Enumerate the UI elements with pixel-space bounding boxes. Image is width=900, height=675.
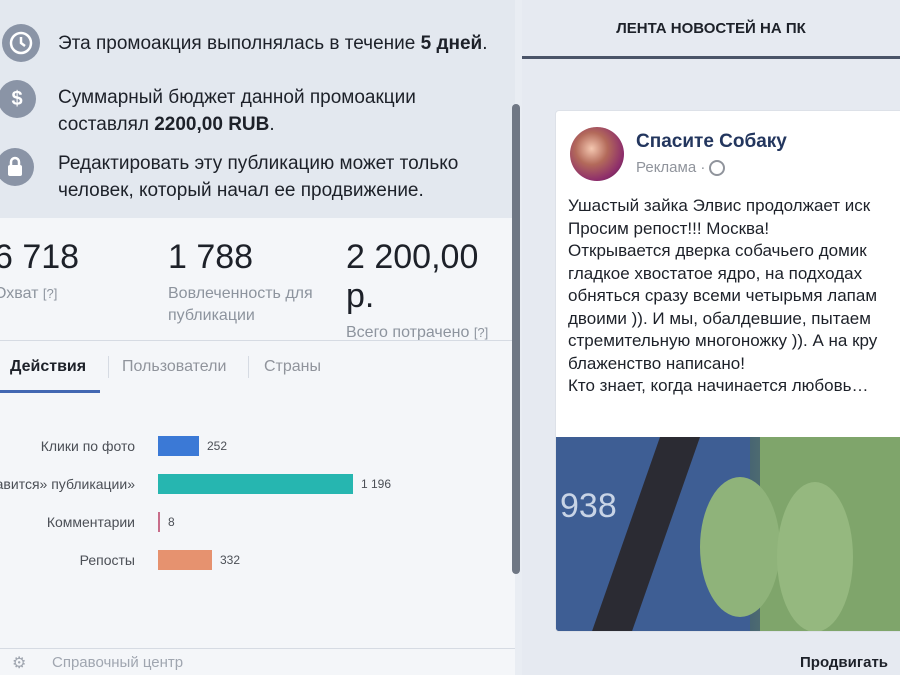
reach-stat: 6 718 Охват [?] (0, 238, 79, 305)
tabs-divider (0, 340, 515, 341)
reach-hint[interactable]: [?] (43, 286, 57, 301)
bar[interactable] (158, 550, 212, 570)
post-text-line: гладкое хвостатое ядро, на подходах (568, 263, 863, 283)
duration-text: Эта промоакция выполнялась в течение 5 д… (58, 33, 488, 54)
budget-text: Суммарный бюджет данной промоакции соста… (58, 87, 416, 135)
bar-label: Клики по фото (40, 438, 135, 454)
left-footer: ⚙ Справочный центр (0, 648, 515, 675)
post-text-line: двоими )). И мы, обалдевшие, пытаем (568, 308, 871, 328)
promotion-details-panel: Эта промоакция выполнялась в течение 5 д… (0, 0, 515, 675)
bar-label: «Нравится» публикации (0, 476, 135, 492)
post-text-line: стремительную многоножку )). А на кру (568, 331, 878, 350)
avatar[interactable] (570, 127, 624, 181)
post-text: Ушастый зайка Элвис продолжает иск Просим… (568, 195, 900, 398)
scrollbar[interactable] (512, 104, 520, 574)
engagement-stat: 1 788 Вовлеченность для публикации (168, 238, 313, 327)
post-text-line: Просим репост!!! Москва! (568, 218, 770, 238)
promote-button[interactable]: Продвигать е (800, 654, 900, 675)
post-preview: Спасите Собаку Реклама · Ушастый зайка Э… (555, 110, 900, 632)
tab-separator (108, 356, 109, 378)
active-tab-indicator (0, 390, 100, 393)
svg-text:938: 938 (560, 487, 617, 525)
bar-label: Репосты (79, 552, 135, 568)
engagement-label: Вовлеченность для публикации (168, 285, 313, 324)
post-text-line: Ушастый зайка Элвис продолжает иск (568, 196, 871, 215)
post-text-line: блаженство написано! (568, 353, 745, 373)
globe-icon (709, 160, 726, 177)
bar-value: 252 (207, 439, 228, 453)
bar[interactable] (158, 474, 353, 494)
clock-icon (2, 24, 40, 62)
bar-value: 8 (168, 515, 175, 529)
sponsored-label: Реклама · (636, 159, 726, 177)
bar[interactable] (158, 512, 160, 532)
post-text-line: Открывается дверка собачьего домик (568, 241, 867, 260)
right-footer: Продвигать е (522, 648, 900, 675)
gear-icon[interactable]: ⚙ (12, 653, 26, 673)
bar-value: 1 196 (361, 477, 392, 491)
edit-permission-text: Редактировать эту публикацию может тольк… (58, 153, 459, 201)
spent-value: 2 200,00 р. (346, 238, 479, 315)
post-text-line: Кто знает, когда начинается любовь… (568, 376, 869, 395)
feed-preview-panel: ЛЕНТА НОВОСТЕЙ НА ПК Спасите Собаку Рекл… (522, 0, 900, 675)
page-name[interactable]: Спасите Собаку (636, 131, 787, 153)
dollar-icon: $ (0, 80, 36, 118)
bar-label: Комментарии (46, 514, 135, 530)
tab-countries[interactable]: Страны (264, 358, 321, 376)
tab-users[interactable]: Пользователи (122, 358, 226, 376)
post-image-art: 938 (556, 437, 900, 631)
spent-stat: 2 200,00 р. Всего потрачено [?] (346, 238, 515, 344)
lock-icon (0, 148, 34, 186)
post-text-line: обняться сразу всеми четырьмя лапам (568, 286, 878, 305)
feed-title: ЛЕНТА НОВОСТЕЙ НА ПК (522, 0, 900, 59)
bar-value: 332 (220, 553, 241, 567)
post-image[interactable]: 938 (556, 437, 900, 631)
spent-hint[interactable]: [?] (474, 325, 488, 340)
promotion-info-box: Эта промоакция выполнялась в течение 5 д… (0, 0, 515, 218)
tab-separator (248, 356, 249, 378)
tab-actions[interactable]: Действия (10, 358, 86, 376)
help-center-link[interactable]: Справочный центр (52, 654, 183, 671)
reach-label: Охват [?] (0, 285, 58, 302)
reach-value: 6 718 (0, 238, 80, 276)
bar[interactable] (158, 436, 199, 456)
engagement-value: 1 788 (168, 238, 254, 276)
